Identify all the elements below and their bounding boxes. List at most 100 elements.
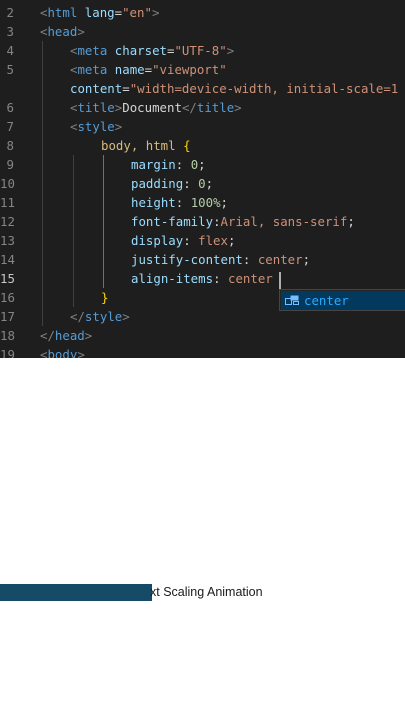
autocomplete-item-center[interactable]: center bbox=[281, 291, 405, 310]
code-token: > bbox=[77, 24, 85, 39]
code-text: content="width=device-width, initial-sca… bbox=[70, 79, 398, 98]
code-token: : bbox=[213, 214, 221, 229]
code-text: padding: 0; bbox=[131, 174, 213, 193]
code-line[interactable]: 19 <body> bbox=[0, 345, 405, 358]
code-token: { bbox=[183, 138, 191, 153]
code-token: flex bbox=[198, 233, 228, 248]
code-line[interactable]: 10 padding: 0; bbox=[0, 174, 405, 193]
line-number: 19 bbox=[0, 347, 15, 358]
code-token: justify-content bbox=[131, 252, 243, 267]
code-line[interactable]: 8 body, html { bbox=[0, 136, 405, 155]
code-token: 100% bbox=[190, 195, 221, 210]
line-number: 15 bbox=[0, 271, 15, 286]
line-number: 11 bbox=[0, 195, 15, 210]
code-line[interactable]: content="width=device-width, initial-sca… bbox=[0, 79, 405, 98]
code-token: </ bbox=[40, 328, 55, 343]
code-token: lang bbox=[84, 5, 115, 20]
code-token: Arial, sans-serif bbox=[220, 214, 348, 229]
code-token: html bbox=[47, 5, 78, 20]
code-token: ; bbox=[347, 214, 355, 229]
code-token: center bbox=[257, 252, 303, 267]
code-token: > bbox=[234, 100, 242, 115]
code-token: : bbox=[242, 252, 258, 267]
code-text: align-items: center bbox=[131, 269, 273, 288]
line-number: 12 bbox=[0, 214, 15, 229]
line-number: 5 bbox=[6, 62, 14, 77]
code-token: charset bbox=[114, 43, 167, 58]
code-text: } bbox=[101, 288, 108, 307]
code-token: "UTF-8" bbox=[174, 43, 227, 58]
code-token: : bbox=[183, 233, 199, 248]
code-token: body, html bbox=[101, 138, 184, 153]
code-token: = bbox=[114, 5, 123, 20]
line-number: 3 bbox=[6, 24, 14, 39]
code-text: margin: 0; bbox=[131, 155, 206, 174]
code-token: meta bbox=[77, 43, 108, 58]
code-token: margin bbox=[131, 157, 176, 172]
code-token: </ bbox=[70, 309, 85, 324]
code-line[interactable]: 2 <html lang="en"> bbox=[0, 3, 405, 22]
code-token: "en" bbox=[122, 5, 152, 20]
code-line[interactable]: 9 margin: 0; bbox=[0, 155, 405, 174]
line-number: 18 bbox=[0, 328, 15, 343]
code-token: </ bbox=[181, 100, 197, 115]
autocomplete-popup[interactable]: center bbox=[279, 289, 405, 311]
autocomplete-label: center bbox=[304, 293, 349, 308]
code-token: Document bbox=[122, 100, 182, 115]
code-token: : bbox=[213, 271, 228, 286]
code-token: > bbox=[84, 328, 93, 343]
line-number: 10 bbox=[0, 176, 15, 191]
line-number: 2 bbox=[6, 5, 14, 20]
code-text: <html lang="en"> bbox=[40, 3, 159, 22]
line-number: 7 bbox=[6, 119, 14, 134]
code-token: > bbox=[226, 43, 235, 58]
code-token: 0 bbox=[198, 176, 206, 191]
code-token: style bbox=[77, 119, 115, 134]
line-number: 4 bbox=[6, 43, 14, 58]
code-line[interactable]: 6 <title>Document</title> bbox=[0, 98, 405, 117]
code-text: height: 100%; bbox=[131, 193, 228, 212]
code-token: > bbox=[77, 347, 85, 358]
code-line[interactable]: 5 <meta name="viewport" bbox=[0, 60, 405, 79]
code-text: <style> bbox=[70, 117, 122, 136]
code-token: : bbox=[175, 195, 191, 210]
code-token: ; bbox=[220, 195, 228, 210]
code-token: padding bbox=[131, 176, 184, 191]
code-text: body, html { bbox=[101, 136, 191, 155]
code-text: <meta charset="UTF-8"> bbox=[70, 41, 234, 60]
code-line[interactable]: 15 align-items: center bbox=[0, 269, 405, 288]
line-number: 13 bbox=[0, 233, 15, 248]
code-token: body bbox=[47, 347, 78, 358]
code-line[interactable]: 18 </head> bbox=[0, 326, 405, 345]
code-editor[interactable]: 2 <html lang="en"> 3 <head> 4 <meta charset="… bbox=[0, 0, 405, 358]
line-number: 9 bbox=[6, 157, 14, 172]
code-text: <title>Document</title> bbox=[70, 98, 242, 117]
code-text: font-family:Arial, sans-serif; bbox=[131, 212, 355, 231]
code-line[interactable]: 13 display: flex; bbox=[0, 231, 405, 250]
code-token: meta bbox=[77, 62, 108, 77]
code-token: "width=device-width, initial-scale=1 bbox=[129, 81, 399, 96]
code-text: display: flex; bbox=[131, 231, 235, 250]
code-token: > bbox=[114, 119, 123, 134]
code-token: head bbox=[47, 24, 78, 39]
code-token: display bbox=[131, 233, 184, 248]
code-token: ; bbox=[198, 157, 206, 172]
code-token: > bbox=[151, 5, 160, 20]
property-snippet-icon bbox=[285, 295, 299, 305]
code-line[interactable]: 3 <head> bbox=[0, 22, 405, 41]
line-number: 17 bbox=[0, 309, 15, 324]
code-token: style bbox=[84, 309, 123, 324]
code-line[interactable]: 11 height: 100%; bbox=[0, 193, 405, 212]
code-text: <head> bbox=[40, 22, 85, 41]
code-token: title bbox=[77, 100, 115, 115]
code-token: = bbox=[122, 81, 130, 96]
code-line[interactable]: 14 justify-content: center; bbox=[0, 250, 405, 269]
code-line[interactable]: 4 <meta charset="UTF-8"> bbox=[0, 41, 405, 60]
code-line[interactable]: 12 font-family:Arial, sans-serif; bbox=[0, 212, 405, 231]
code-text: justify-content: center; bbox=[131, 250, 310, 269]
code-line[interactable]: 7 <style> bbox=[0, 117, 405, 136]
code-token: height bbox=[131, 195, 176, 210]
code-token: content bbox=[70, 81, 123, 96]
